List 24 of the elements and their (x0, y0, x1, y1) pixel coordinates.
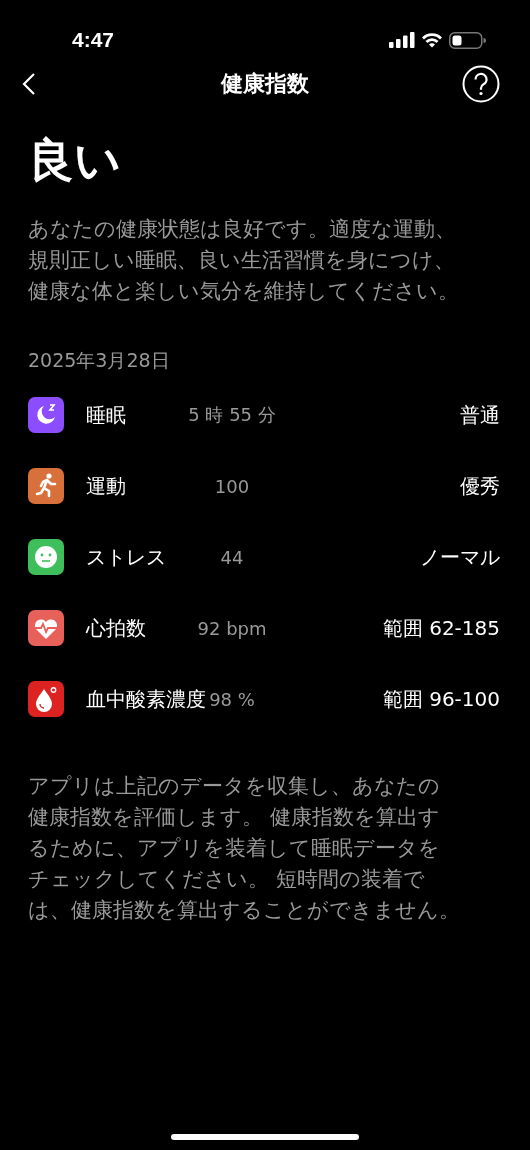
screen-title: 健康指数 (221, 70, 309, 98)
metric-value: 44 (220, 546, 244, 568)
metric-value: 92 bpm (197, 617, 267, 639)
metric-label: 血中酸素濃度 (86, 685, 206, 713)
metric-result: 範囲 62-185 (382, 614, 500, 642)
metric-value: 100 (214, 475, 250, 497)
metric-result: 優秀 (460, 472, 500, 500)
metric-label: ストレス (86, 543, 166, 571)
status-time: 4:47 (72, 28, 115, 52)
description-text: あなたの健康状態は良好です。適度な運動、規則正しい睡眠、良い生活習慣を身につけ、健康な体と楽しい気分を維持してください。 (28, 216, 460, 305)
note-text: アプリは上記のデータを収集し、あなたの健康指数を評価します。 健康指数を算出するために、アプリを装着して睡眠データをチェックしてください。 短時間の装着では、健康指数を算出することができません。 (28, 773, 460, 924)
wifi-icon (421, 32, 443, 48)
battery-icon (449, 31, 486, 49)
date-label: 2025年3月28日 (28, 348, 171, 373)
signal-icon (389, 32, 415, 48)
metric-result: ノーマル (420, 543, 500, 571)
metric-result: 範囲 96-100 (382, 685, 500, 713)
health-rating: 良い (28, 132, 122, 189)
metric-value: 98 % (209, 688, 255, 710)
metric-label: 睡眠 (86, 401, 126, 429)
metric-label: 心拍数 (86, 614, 146, 642)
metric-label: 運動 (86, 472, 126, 500)
metric-value: 5 時 55 分 (188, 403, 276, 427)
metric-result: 普通 (460, 401, 500, 429)
